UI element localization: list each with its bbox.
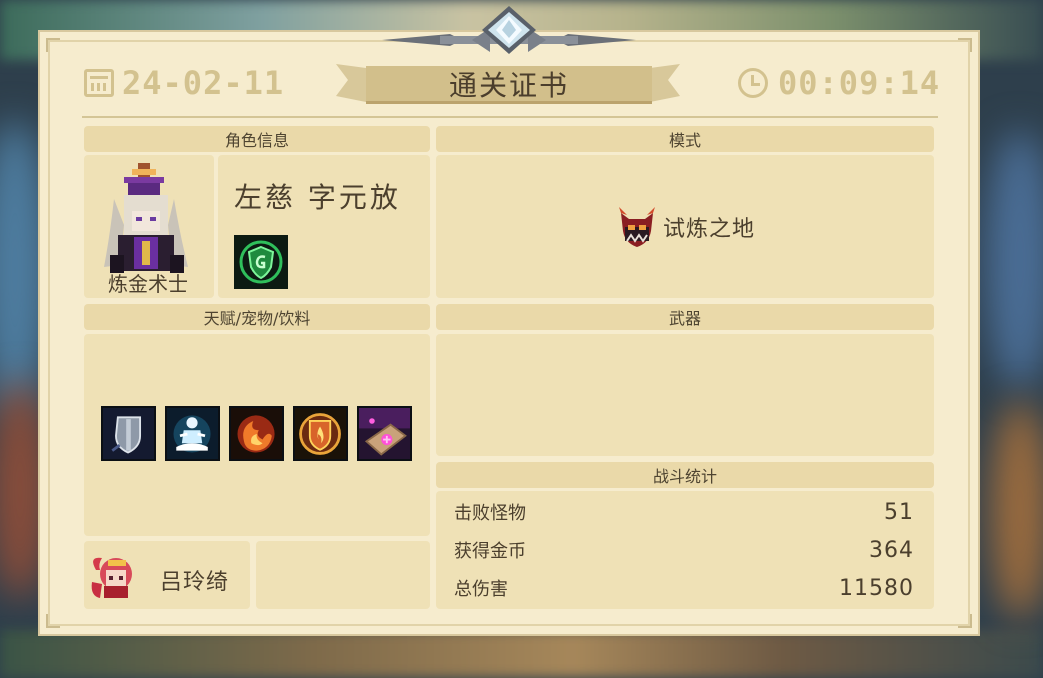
section-talents: 天赋/宠物/饮料 [84,304,430,330]
section-character-info: 角色信息 [84,126,430,152]
character-skin-name: 左慈 字元放 [234,181,401,214]
clock-icon [738,68,768,98]
clear-date: 24-02-11 [84,64,285,102]
stat-value: 364 [869,537,914,563]
weapons-panel [436,334,934,456]
stat-value: 51 [884,499,914,525]
shield-armor-talent-icon [101,406,156,461]
magic-scroll-talent-icon [357,406,412,461]
stat-row-gold: 获得金币 364 [454,535,914,565]
demon-mask-icon [618,206,655,247]
pet-name: 吕玲绮 [160,570,230,595]
mode-label: 试炼之地 [662,216,755,242]
stat-label: 击败怪物 [454,503,526,524]
section-weapons: 武器 [436,304,934,330]
diamond-crest-icon [382,6,636,54]
section-mode: 模式 [436,126,934,152]
stat-label: 获得金币 [454,541,526,562]
character-class-label: 炼金术士 [108,272,188,296]
drink-panel [256,541,430,609]
fire-swirl-talent-icon [229,406,284,461]
date-value: 24-02-11 [122,64,285,102]
pet-portrait-icon [91,557,132,598]
stat-row-kills: 击败怪物 51 [454,497,914,527]
stat-value: 11580 [839,575,914,601]
clear-time: 00:09:14 [738,64,941,102]
section-battle-stats: 战斗统计 [436,462,934,488]
page-title: 通关证书 [366,66,652,104]
green-shield-skill-icon [234,235,288,289]
meditation-talent-icon [165,406,220,461]
time-value: 00:09:14 [778,64,941,102]
stat-row-damage: 总伤害 11580 [454,573,914,603]
flame-shield-talent-icon [293,406,348,461]
header-divider [82,116,938,118]
mode-display: 试炼之地 [436,155,934,298]
calendar-icon [84,69,114,97]
stat-label: 总伤害 [454,579,508,600]
talent-list [101,406,412,461]
